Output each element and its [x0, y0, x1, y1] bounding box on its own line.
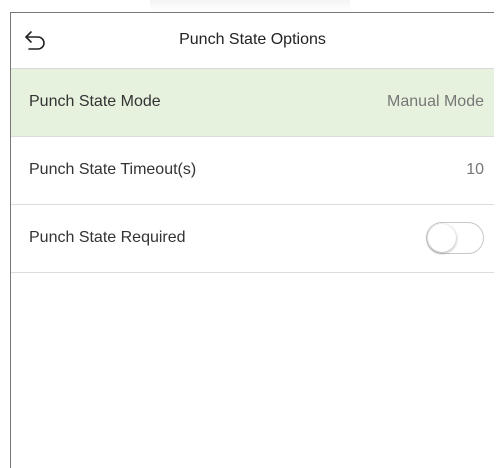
settings-screen: Punch State Options Punch State Mode Man…	[10, 12, 494, 468]
page-title: Punch State Options	[179, 31, 326, 48]
punch-state-required-label: Punch State Required	[29, 229, 186, 246]
top-decoration	[150, 0, 350, 12]
punch-state-mode-row[interactable]: Punch State Mode Manual Mode	[11, 69, 494, 137]
punch-state-mode-label: Punch State Mode	[29, 93, 161, 110]
header: Punch State Options	[11, 13, 494, 69]
punch-state-required-row: Punch State Required	[11, 205, 494, 273]
punch-state-timeout-label: Punch State Timeout(s)	[29, 161, 197, 178]
punch-state-timeout-value: 10	[466, 161, 484, 178]
punch-state-timeout-row[interactable]: Punch State Timeout(s) 10	[11, 137, 494, 205]
punch-state-required-toggle[interactable]	[426, 222, 484, 254]
punch-state-mode-value: Manual Mode	[387, 93, 484, 110]
toggle-knob	[428, 224, 456, 252]
